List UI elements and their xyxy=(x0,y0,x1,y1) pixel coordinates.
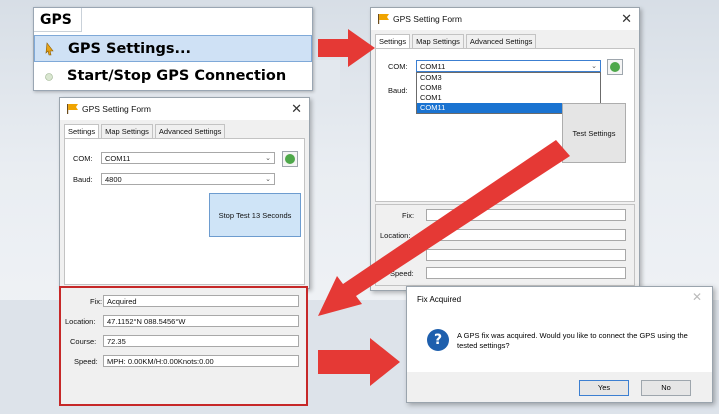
arrow-to-form xyxy=(318,29,375,67)
arrow-to-dialog xyxy=(318,338,400,386)
arrow-to-status xyxy=(318,140,570,316)
annotation-arrows xyxy=(318,29,570,386)
